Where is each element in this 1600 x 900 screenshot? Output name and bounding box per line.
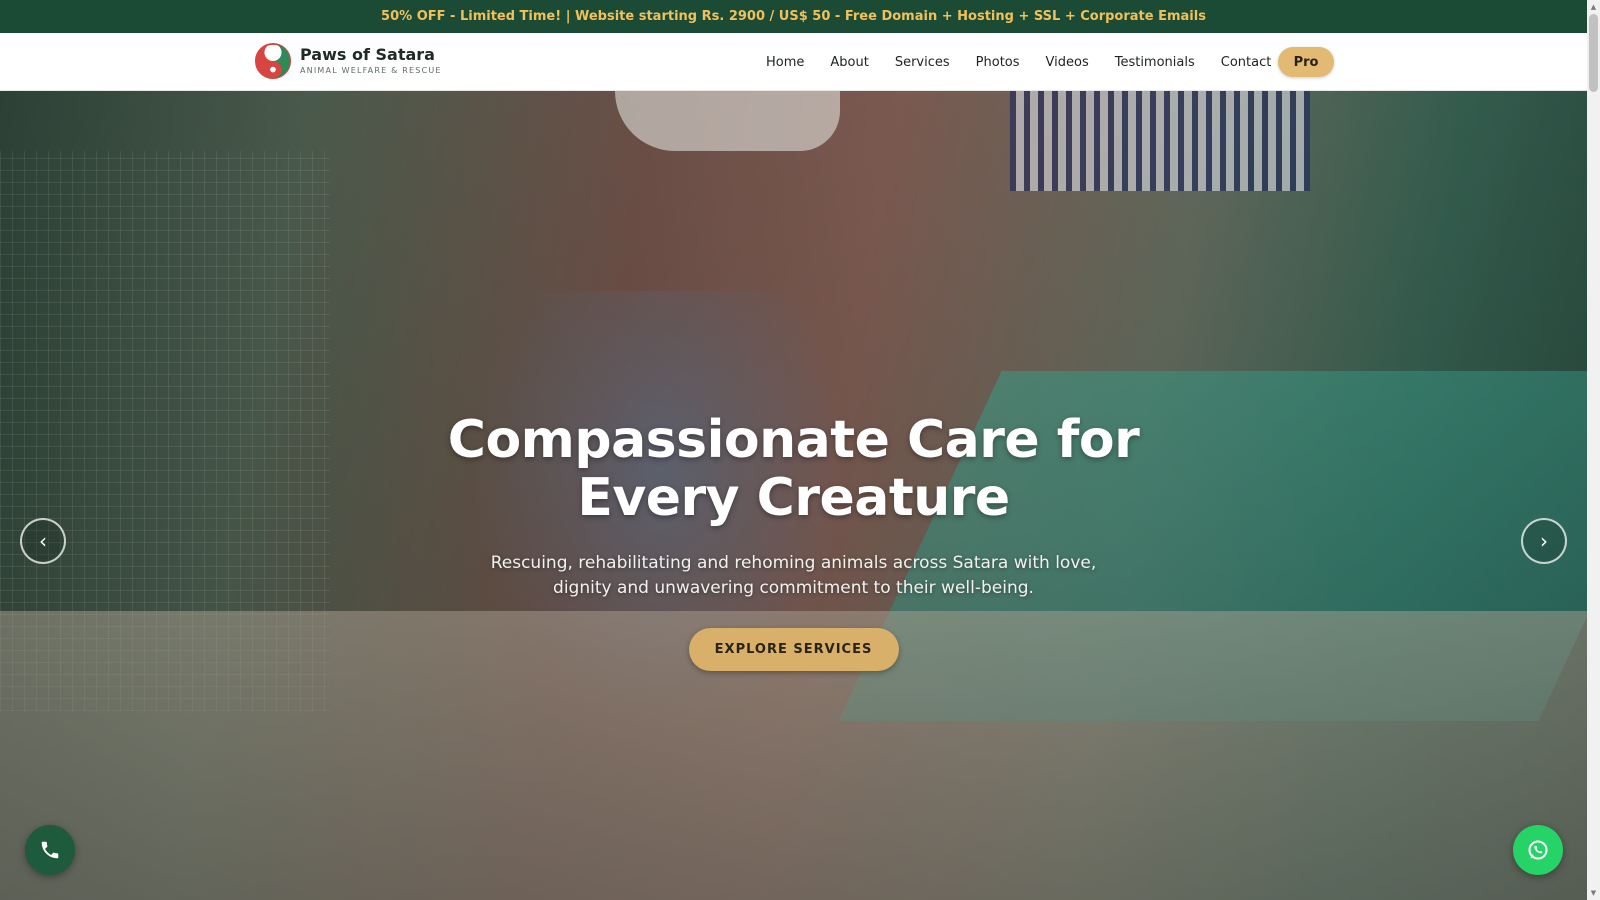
hero-bg-cloth	[1010, 91, 1310, 191]
promo-bar: 50% OFF - Limited Time! | Website starti…	[0, 0, 1587, 33]
page-scrollbar[interactable]: ▲ ▼	[1587, 0, 1600, 900]
brand-title: Paws of Satara	[300, 45, 435, 64]
nav-videos[interactable]: Videos	[1046, 55, 1089, 70]
nav-testimonials[interactable]: Testimonials	[1115, 55, 1195, 70]
nav-services[interactable]: Services	[895, 55, 950, 70]
whatsapp-icon	[1528, 840, 1548, 860]
nav-contact[interactable]: Contact	[1221, 55, 1272, 70]
slider-next-button[interactable]: ›	[1521, 518, 1567, 564]
chevron-right-icon: ›	[1540, 529, 1548, 553]
nav-about[interactable]: About	[830, 55, 868, 70]
hero-bg-towel	[615, 91, 840, 151]
hero-slider: Compassionate Care for Every Creature Re…	[0, 91, 1587, 900]
phone-icon	[41, 841, 59, 859]
main-nav: Home About Services Photos Videos Testim…	[766, 33, 1297, 91]
hero-content: Compassionate Care for Every Creature Re…	[0, 411, 1587, 671]
promo-text: 50% OFF - Limited Time! | Website starti…	[381, 9, 1206, 24]
nav-home[interactable]: Home	[766, 55, 804, 70]
paw-yin-yang-logo	[254, 42, 292, 80]
scroll-up-arrow[interactable]: ▲	[1587, 0, 1600, 14]
pro-button[interactable]: Pro	[1278, 47, 1334, 77]
scroll-down-arrow[interactable]: ▼	[1587, 886, 1600, 900]
brand-subtitle: ANIMAL WELFARE & RESCUE	[300, 66, 442, 75]
nav-photos[interactable]: Photos	[976, 55, 1020, 70]
hero-title: Compassionate Care for Every Creature	[447, 410, 1140, 528]
chevron-left-icon: ‹	[39, 529, 47, 553]
slider-prev-button[interactable]: ‹	[20, 518, 66, 564]
whatsapp-button[interactable]	[1513, 825, 1563, 875]
call-button[interactable]	[25, 825, 75, 875]
scrollbar-thumb[interactable]	[1589, 14, 1598, 92]
site-header: Paws of Satara ANIMAL WELFARE & RESCUE H…	[0, 33, 1587, 91]
hero-subtitle: Rescuing, rehabilitating and rehoming an…	[490, 553, 1097, 598]
explore-services-button[interactable]: EXPLORE SERVICES	[688, 628, 899, 671]
brand-logo-link[interactable]: Paws of Satara ANIMAL WELFARE & RESCUE	[254, 42, 442, 80]
